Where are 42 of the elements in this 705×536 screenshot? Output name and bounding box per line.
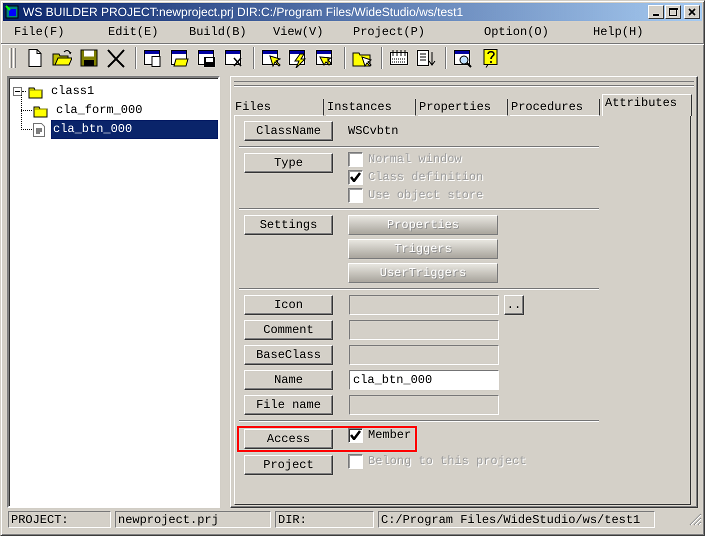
status-text: C:/Program Files/WideStudio/ws/test1 — [378, 510, 655, 528]
menu-item[interactable]: Edit(E) — [105, 25, 186, 39]
close-button[interactable] — [684, 5, 700, 19]
folder-icon — [28, 84, 43, 98]
label-button[interactable]: Settings — [244, 215, 333, 235]
input-field[interactable]: cla_btn_000 — [349, 370, 499, 390]
status-text: DIR: — [275, 510, 374, 528]
window-title: WS BUILDER PROJECT:newproject.prj DIR:C:/Program Files/WideStudio/ws/test1 — [22, 5, 464, 19]
label-button[interactable]: Name — [244, 370, 333, 390]
menu-item[interactable]: Option(O) — [481, 25, 590, 39]
tree-item[interactable]: cla_btn_000 — [51, 120, 218, 139]
tab[interactable]: Instances — [326, 99, 416, 116]
resize-grip-icon[interactable] — [688, 512, 702, 526]
label-button[interactable]: Project — [244, 455, 333, 475]
tab[interactable]: Files — [234, 99, 324, 116]
collapse-icon[interactable] — [13, 87, 22, 96]
menu-item[interactable]: Help(H) — [590, 25, 670, 39]
minimize-icon — [653, 14, 659, 16]
app-icon — [5, 5, 19, 19]
minimize-button[interactable] — [648, 5, 664, 19]
checkbox-label: Member — [368, 428, 412, 442]
menu-item[interactable]: View(V) — [270, 25, 350, 39]
check-icon — [350, 172, 361, 182]
maximize-button[interactable] — [665, 5, 681, 19]
tree-item[interactable]: class1 — [49, 82, 96, 101]
tab[interactable]: Properties — [418, 99, 508, 116]
check-icon — [350, 430, 361, 440]
status-text: PROJECT: — [8, 510, 111, 528]
menu-item[interactable]: File(F) — [11, 25, 105, 39]
class-name-value: WSCvbtn — [348, 123, 398, 140]
label-button[interactable]: Type — [244, 153, 333, 173]
menu-item[interactable]: Build(B) — [186, 25, 270, 39]
label-button[interactable]: ClassName — [244, 121, 333, 141]
menu-item[interactable]: Project(P) — [350, 25, 481, 39]
tab[interactable]: Procedures — [510, 99, 600, 116]
tree-item[interactable]: cla_form_000 — [54, 101, 144, 120]
checkbox[interactable] — [348, 428, 363, 442]
status-text: newproject.prj — [115, 510, 271, 528]
maximize-icon — [668, 7, 678, 17]
tab[interactable]: Attributes — [602, 94, 692, 116]
close-icon — [687, 7, 697, 17]
label-button[interactable]: Access — [244, 429, 333, 449]
